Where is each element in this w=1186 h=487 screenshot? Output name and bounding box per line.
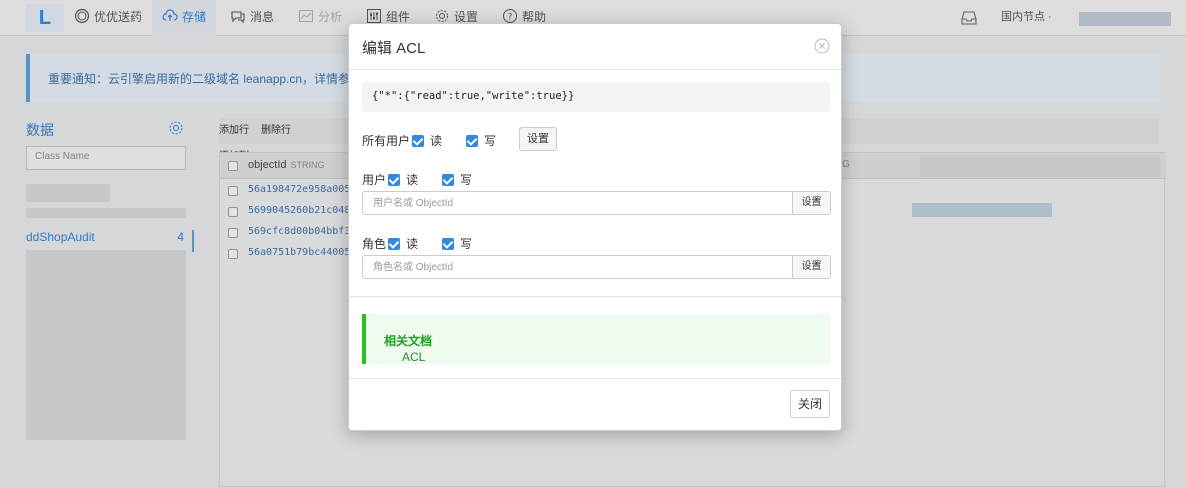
docs-text: ACL 相关文档 bbox=[384, 332, 432, 364]
all-users-label: 所有用户 bbox=[362, 134, 411, 148]
write-label: 写 bbox=[484, 134, 497, 148]
dialog-title: 编辑 ACL bbox=[362, 40, 426, 57]
acl-docs-link[interactable]: 相关文档 bbox=[384, 334, 432, 348]
role-set-button[interactable]: 设置 bbox=[792, 256, 830, 278]
user-set-button[interactable]: 设置 bbox=[792, 192, 830, 214]
close-icon[interactable] bbox=[814, 38, 830, 54]
user-permission: 用户 读 写 bbox=[362, 169, 562, 189]
read-label: 读 bbox=[406, 237, 419, 251]
role-write-checkbox[interactable]: 写 bbox=[442, 235, 472, 252]
checkbox-checked-icon bbox=[412, 135, 424, 147]
checkbox-checked-icon bbox=[442, 238, 454, 250]
read-label: 读 bbox=[430, 134, 443, 148]
role-read-checkbox[interactable]: 读 bbox=[388, 235, 418, 252]
all-users-read-checkbox[interactable]: 读 bbox=[412, 132, 442, 149]
divider bbox=[349, 378, 841, 379]
user-label: 用户 bbox=[362, 173, 387, 187]
divider bbox=[349, 296, 841, 297]
read-label: 读 bbox=[406, 173, 419, 187]
user-write-checkbox[interactable]: 写 bbox=[442, 171, 472, 188]
user-id-input[interactable] bbox=[363, 192, 793, 214]
checkbox-checked-icon bbox=[466, 135, 478, 147]
all-users-set-button[interactable]: 设置 bbox=[519, 127, 557, 151]
role-id-input[interactable] bbox=[363, 256, 793, 278]
acl-docs-callout: ACL 相关文档 bbox=[362, 314, 830, 364]
role-permission: 角色 读 写 bbox=[362, 233, 562, 253]
checkbox-checked-icon bbox=[388, 174, 400, 186]
acl-json-preview: {"*":{"read":true,"write":true}} bbox=[362, 82, 830, 112]
role-input-group: 设置 bbox=[362, 255, 831, 279]
dialog-header: 编辑 ACL bbox=[349, 24, 841, 70]
user-read-checkbox[interactable]: 读 bbox=[388, 171, 418, 188]
all-users-write-checkbox[interactable]: 写 bbox=[466, 132, 496, 149]
docs-prefix: ACL bbox=[402, 350, 426, 364]
edit-acl-dialog: 编辑 ACL {"*":{"read":true,"write":true}} … bbox=[348, 23, 842, 431]
checkbox-checked-icon bbox=[388, 238, 400, 250]
write-label: 写 bbox=[460, 237, 473, 251]
role-label: 角色 bbox=[362, 237, 387, 251]
user-input-group: 设置 bbox=[362, 191, 831, 215]
write-label: 写 bbox=[460, 173, 473, 187]
checkbox-checked-icon bbox=[442, 174, 454, 186]
close-button[interactable]: 关闭 bbox=[790, 390, 830, 418]
